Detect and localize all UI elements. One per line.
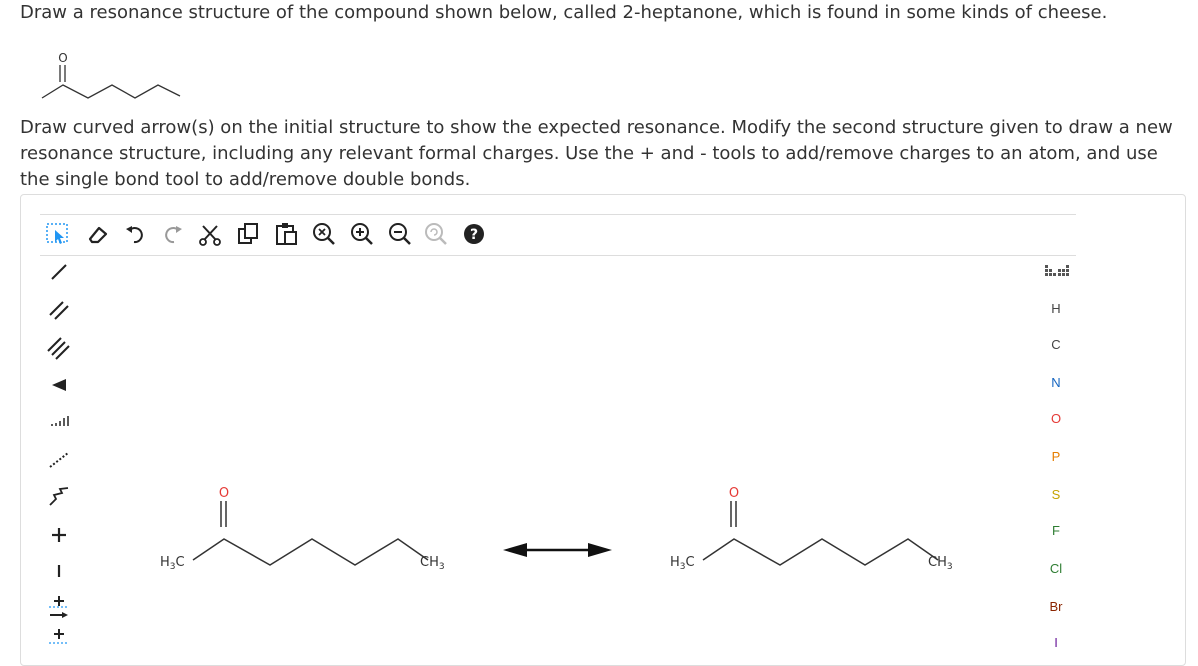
atom-cl-button[interactable]: Cl: [1036, 561, 1076, 576]
triple-bond-tool[interactable]: [46, 333, 72, 361]
atom-p-button[interactable]: P: [1036, 449, 1076, 464]
left-toolbar: [40, 255, 76, 647]
periodic-table-icon: [1045, 265, 1069, 276]
atom-n-button[interactable]: N: [1036, 375, 1076, 390]
zoom-out-icon: [389, 223, 411, 245]
plus-icon: [52, 528, 66, 542]
single-bond-icon: [51, 264, 67, 280]
hash-bond-icon: [51, 416, 69, 426]
paste-button[interactable]: [272, 220, 300, 248]
dashed-bond-tool[interactable]: [46, 445, 72, 473]
zoom-out-button[interactable]: [386, 220, 414, 248]
zoom-reset-icon: [313, 223, 335, 245]
plus-charge-tool[interactable]: [46, 521, 72, 549]
clean-icon: [425, 223, 447, 245]
preview-oxygen-label: O: [58, 51, 67, 65]
structure-1-ch3-label[interactable]: CH3: [420, 555, 445, 572]
structure-2-h3c-label[interactable]: H3C: [670, 555, 695, 572]
minus-charge-tool[interactable]: [46, 557, 72, 585]
hash-bond-tool[interactable]: [46, 407, 72, 435]
plus-arrow-icon: [49, 596, 69, 618]
zoom-in-icon: [351, 223, 373, 245]
atom-o-button[interactable]: O: [1036, 411, 1076, 426]
structure-2[interactable]: O H3C CH3: [670, 486, 953, 572]
dashed-bond-icon: [49, 452, 69, 468]
triple-bond-icon: [47, 337, 70, 360]
plus-dotted-icon: [49, 629, 69, 644]
svg-text:?: ?: [470, 227, 478, 243]
wedge-bond-icon: [52, 379, 66, 391]
eraser-icon: [88, 226, 108, 244]
double-bond-icon: [49, 301, 69, 320]
zoom-reset-button[interactable]: [310, 220, 338, 248]
minus-icon: [57, 565, 61, 577]
help-button[interactable]: ?: [460, 220, 488, 248]
drawing-canvas[interactable]: O H3C CH3 O H3C CH3: [80, 255, 1030, 647]
chain-icon: [49, 487, 69, 506]
wedge-bond-tool[interactable]: [46, 371, 72, 399]
clean-structure-button[interactable]: [422, 220, 450, 248]
zoom-in-button[interactable]: [348, 220, 376, 248]
add-charge-arrow-tool[interactable]: [46, 593, 72, 621]
help-icon: ?: [464, 224, 484, 244]
atom-panel: H C N O P S F Cl Br I: [1036, 255, 1076, 650]
atom-s-button[interactable]: S: [1036, 487, 1076, 502]
structure-2-ch3-label[interactable]: CH3: [928, 555, 953, 572]
select-icon: [46, 223, 68, 244]
undo-icon: [126, 226, 143, 244]
undo-button[interactable]: [122, 220, 150, 248]
plus-charge-dotted-tool[interactable]: [46, 625, 72, 653]
cut-button[interactable]: [196, 220, 224, 248]
double-bond-tool[interactable]: [46, 295, 72, 323]
scissors-icon: [199, 225, 221, 246]
chain-tool[interactable]: [46, 483, 72, 511]
paste-icon: [276, 223, 297, 245]
copy-button[interactable]: [234, 220, 262, 248]
atom-i-button[interactable]: I: [1036, 635, 1076, 650]
eraser-button[interactable]: [84, 220, 112, 248]
structure-1-oxygen[interactable]: O: [219, 486, 229, 501]
atom-f-button[interactable]: F: [1036, 523, 1076, 538]
single-bond-tool[interactable]: [46, 257, 72, 285]
structure-2-oxygen[interactable]: O: [729, 486, 739, 501]
question-instructions: Draw curved arrow(s) on the initial stru…: [20, 117, 1173, 190]
select-tool-button[interactable]: [44, 220, 72, 248]
structure-1[interactable]: O H3C CH3: [160, 486, 445, 572]
resonance-arrow[interactable]: [503, 543, 612, 557]
redo-button[interactable]: [158, 220, 186, 248]
preview-molecule-2-heptanone: O: [41, 51, 181, 99]
copy-icon: [238, 223, 258, 244]
atom-c-button[interactable]: C: [1036, 337, 1076, 352]
question-line-1: Draw a resonance structure of the compou…: [20, 2, 1108, 23]
structure-1-h3c-label[interactable]: H3C: [160, 555, 185, 572]
atom-h-button[interactable]: H: [1036, 301, 1076, 316]
redo-icon: [165, 226, 182, 244]
atom-br-button[interactable]: Br: [1036, 599, 1076, 614]
periodic-table-button[interactable]: [1044, 261, 1070, 286]
